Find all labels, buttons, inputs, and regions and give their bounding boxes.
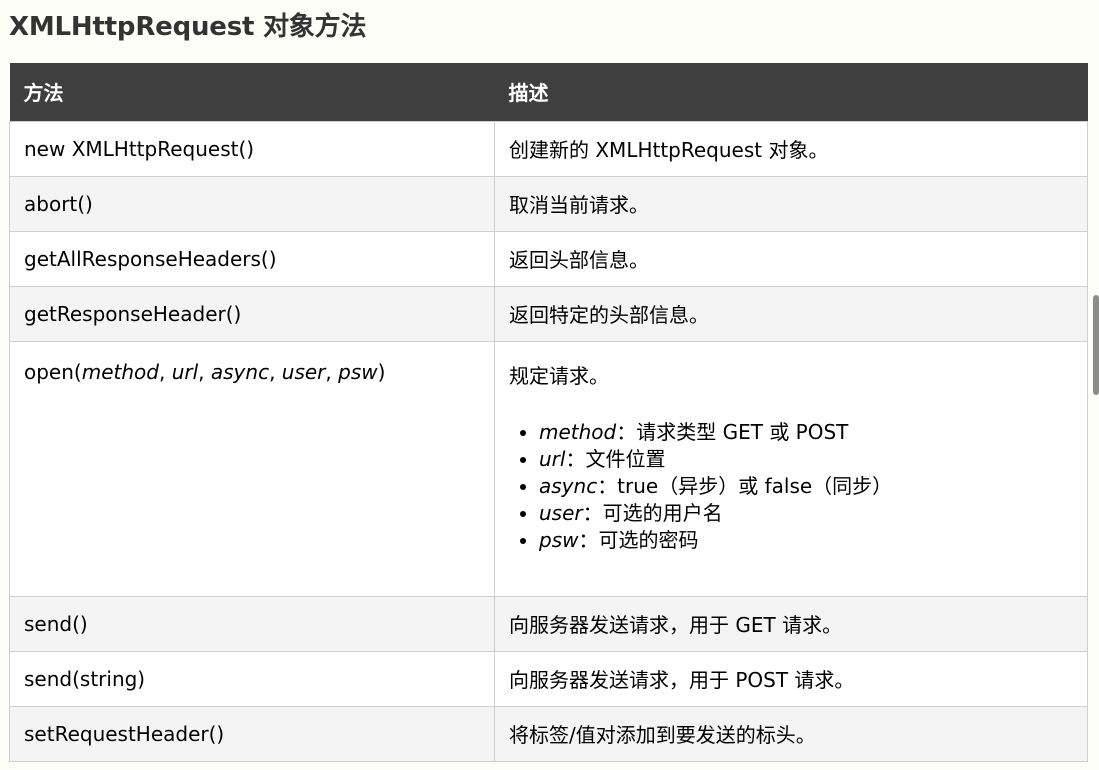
param-name: url <box>539 446 566 471</box>
param-name: psw <box>539 527 579 552</box>
param-desc: ：可选的用户名 <box>582 500 723 525</box>
method-cell: send(string) <box>9 650 495 707</box>
description-cell: 返回头部信息。 <box>494 230 1088 287</box>
description-cell: 返回特定的头部信息。 <box>494 285 1088 342</box>
param-user: user <box>281 359 326 384</box>
table-row: setRequestHeader() 将标签/值对添加到要发送的标头。 <box>9 705 1088 762</box>
table-header-row: 方法 描述 <box>9 63 1088 121</box>
page-title: XMLHttpRequest 对象方法 <box>9 12 367 42</box>
param-desc: ：文件位置 <box>565 446 666 471</box>
param-desc: ：请求类型 GET 或 POST <box>616 419 849 444</box>
table-row: send() 向服务器发送请求，用于 GET 请求。 <box>9 595 1088 652</box>
param-async: async <box>210 359 270 384</box>
list-item: async：true（异步）或 false（同步） <box>539 473 1087 500</box>
description-cell: 向服务器发送请求，用于 GET 请求。 <box>494 595 1088 652</box>
param-list: method：请求类型 GET 或 POST url：文件位置 async：tr… <box>509 419 1087 554</box>
separator: , <box>325 359 339 384</box>
param-name: async <box>539 473 598 498</box>
list-item: psw：可选的密码 <box>539 527 1087 554</box>
table-row: getAllResponseHeaders() 返回头部信息。 <box>9 230 1088 287</box>
table-row: open(method, url, async, user, psw) 规定请求… <box>9 340 1088 597</box>
param-name: user <box>539 500 583 525</box>
list-item: user：可选的用户名 <box>539 500 1087 527</box>
method-close: ) <box>377 359 386 384</box>
description-cell: 规定请求。 method：请求类型 GET 或 POST url：文件位置 as… <box>494 340 1088 597</box>
page: XMLHttpRequest 对象方法 方法 描述 new XMLHttpReq… <box>0 0 1099 770</box>
param-name: method <box>539 419 617 444</box>
separator: , <box>198 359 211 384</box>
scrollbar-thumb[interactable] <box>1093 295 1099 395</box>
methods-table: 方法 描述 new XMLHttpRequest() 创建新的 XMLHttpR… <box>9 63 1088 762</box>
table-row: send(string) 向服务器发送请求，用于 POST 请求。 <box>9 650 1088 707</box>
separator: , <box>269 359 282 384</box>
header-method: 方法 <box>9 63 495 121</box>
description-cell: 取消当前请求。 <box>494 175 1088 232</box>
description-text: 规定请求。 <box>509 363 609 388</box>
method-cell: setRequestHeader() <box>9 705 495 762</box>
table-row: abort() 取消当前请求。 <box>9 175 1088 232</box>
description-cell: 创建新的 XMLHttpRequest 对象。 <box>494 120 1088 177</box>
param-url: url <box>171 359 199 384</box>
method-cell: abort() <box>9 175 495 232</box>
param-psw: psw <box>338 359 378 384</box>
separator: , <box>158 359 172 384</box>
table-row: new XMLHttpRequest() 创建新的 XMLHttpRequest… <box>9 120 1088 177</box>
param-desc: ：true（异步）或 false（同步） <box>597 473 893 498</box>
param-method: method <box>81 359 159 384</box>
header-description: 描述 <box>494 63 1088 121</box>
list-item: url：文件位置 <box>539 446 1087 473</box>
method-cell: open(method, url, async, user, psw) <box>9 340 495 597</box>
list-item: method：请求类型 GET 或 POST <box>539 419 1087 446</box>
method-cell: getResponseHeader() <box>9 285 495 342</box>
method-cell: getAllResponseHeaders() <box>9 230 495 287</box>
description-cell: 向服务器发送请求，用于 POST 请求。 <box>494 650 1088 707</box>
method-cell: new XMLHttpRequest() <box>9 120 495 177</box>
description-cell: 将标签/值对添加到要发送的标头。 <box>494 705 1088 762</box>
param-desc: ：可选的密码 <box>578 527 699 552</box>
table-row: getResponseHeader() 返回特定的头部信息。 <box>9 285 1088 342</box>
method-name: open( <box>24 359 82 384</box>
method-cell: send() <box>9 595 495 652</box>
